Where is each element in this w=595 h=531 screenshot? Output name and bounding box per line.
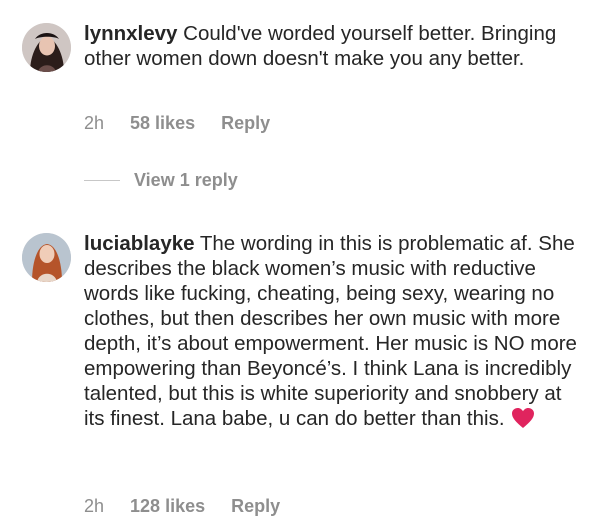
- comment-reply-button[interactable]: Reply: [221, 113, 270, 134]
- comment-username[interactable]: lynnxlevy: [84, 22, 177, 45]
- comment-meta: 2h 128 likes Reply: [84, 496, 280, 517]
- profile-photo-icon: [22, 23, 71, 72]
- comment-text: The wording in this is problematic af. S…: [84, 232, 577, 430]
- comment-body: lynnxlevy Could've worded yourself bette…: [84, 21, 584, 71]
- view-replies-label: View 1 reply: [134, 170, 238, 190]
- comment-likes-count[interactable]: 128 likes: [130, 496, 205, 517]
- comment-timestamp: 2h: [84, 496, 105, 516]
- comment-body: luciablayke The wording in this is probl…: [84, 231, 584, 435]
- divider: [84, 180, 120, 181]
- red-heart-icon: [511, 407, 535, 435]
- comment-username[interactable]: luciablayke: [84, 232, 195, 255]
- avatar[interactable]: [22, 233, 71, 282]
- avatar[interactable]: [22, 23, 71, 72]
- comment-likes-count[interactable]: 58 likes: [130, 113, 195, 134]
- view-replies-button[interactable]: View 1 reply: [84, 170, 238, 191]
- comment-meta: 2h 58 likes Reply: [84, 113, 270, 134]
- profile-photo-icon: [22, 233, 71, 282]
- comment-reply-button[interactable]: Reply: [231, 496, 280, 517]
- comment-timestamp: 2h: [84, 113, 105, 133]
